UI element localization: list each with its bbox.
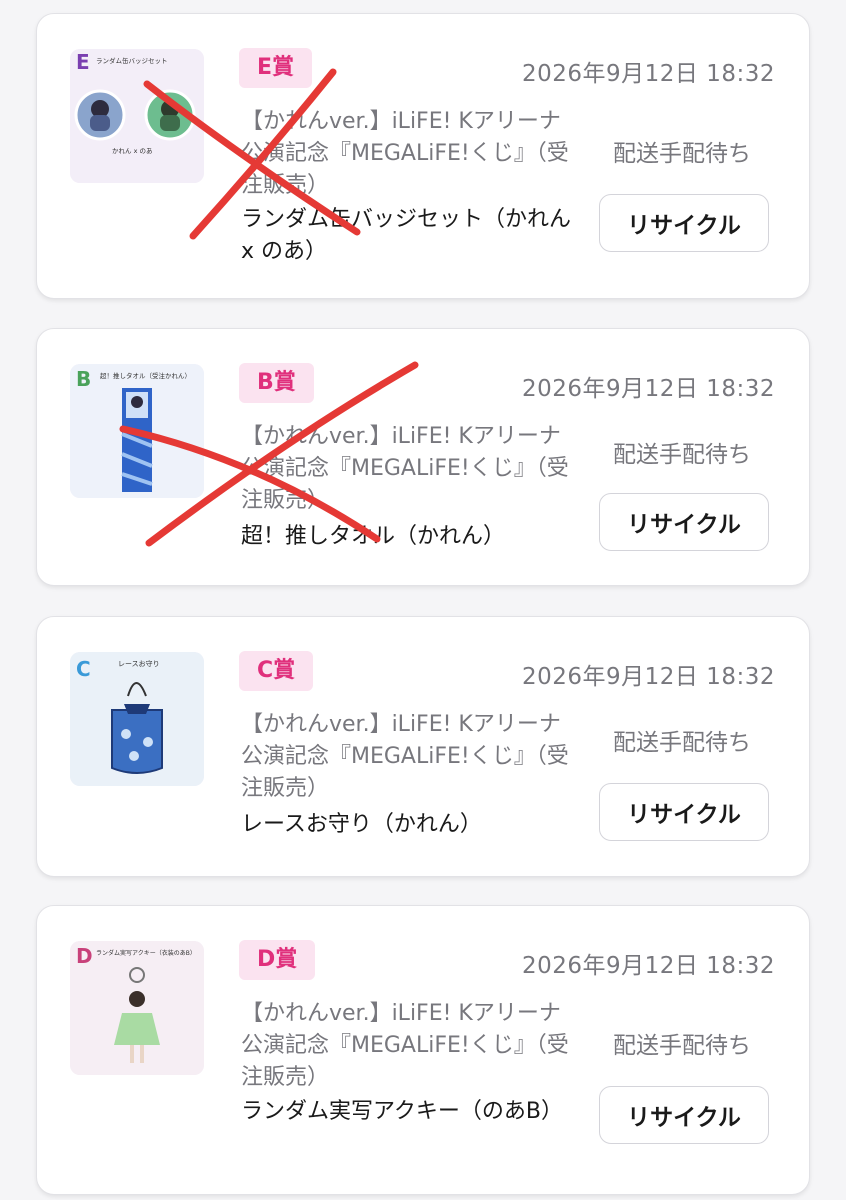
product-thumbnail[interactable]: D ランダム実写アクキー（衣装のあB） (70, 941, 204, 1075)
product-thumbnail[interactable]: C レースお守り (70, 652, 204, 786)
prize-badge: D賞 (239, 940, 316, 980)
thumb-caption: ランダム実写アクキー（衣装のあB） (96, 949, 196, 957)
towel-image: B 超！推しタオル（受注かれん） (70, 364, 204, 498)
order-date: 2026年9月12日 18:32 (521, 953, 775, 979)
product-thumbnail[interactable]: B 超！推しタオル（受注かれん） (70, 364, 204, 498)
recycle-button[interactable]: リサイクル (599, 1086, 769, 1144)
order-card: E ランダム缶バッジセット かれん x のあ E賞 2026年9月12日 18:… (36, 13, 810, 299)
thumb-prize-letter: B (76, 367, 91, 391)
acrylic-keychain-image: D ランダム実写アクキー（衣装のあB） (70, 941, 204, 1075)
product-thumbnail[interactable]: E ランダム缶バッジセット かれん x のあ (70, 49, 204, 183)
recycle-button[interactable]: リサイクル (599, 783, 769, 841)
shipping-status: 配送手配待ち (613, 730, 751, 756)
prize-badge: C賞 (239, 651, 314, 691)
recycle-button[interactable]: リサイクル (599, 194, 769, 252)
prize-badge: B賞 (239, 363, 314, 403)
shipping-status: 配送手配待ち (613, 1033, 751, 1059)
order-card: B 超！推しタオル（受注かれん） B賞 2026年9月12日 18:32 【かれ… (36, 328, 810, 586)
item-name: 超！推しタオル（かれん） (241, 524, 506, 549)
order-card: D ランダム実写アクキー（衣装のあB） D賞 2026年9月12日 18:32 … (36, 905, 810, 1195)
thumb-prize-letter: E (76, 50, 90, 74)
product-description: 【かれんver.】iLiFE! Kアリーナ公演記念『MEGALiFE!くじ』（受… (241, 712, 569, 801)
thumb-caption: ランダム缶バッジセット (96, 56, 168, 65)
omamori-image: C レースお守り (70, 652, 204, 786)
item-name: レースお守り（かれん） (241, 812, 482, 837)
order-date: 2026年9月12日 18:32 (521, 61, 775, 87)
product-description: 【かれんver.】iLiFE! Kアリーナ公演記念『MEGALiFE!くじ』（受… (241, 1001, 569, 1090)
thumb-caption: 超！推しタオル（受注かれん） (100, 371, 191, 380)
badge-set-image: E ランダム缶バッジセット かれん x のあ (70, 49, 204, 183)
prize-badge: E賞 (239, 48, 313, 88)
shipping-status: 配送手配待ち (613, 442, 751, 468)
shipping-status: 配送手配待ち (613, 141, 751, 167)
product-description: 【かれんver.】iLiFE! Kアリーナ公演記念『MEGALiFE!くじ』（受… (241, 424, 569, 513)
thumb-prize-letter: D (76, 944, 93, 968)
order-date: 2026年9月12日 18:32 (521, 376, 775, 402)
item-name: ランダム缶バッジセット（かれん x のあ） (241, 207, 572, 264)
product-description: 【かれんver.】iLiFE! Kアリーナ公演記念『MEGALiFE!くじ』（受… (241, 109, 569, 198)
item-name: ランダム実写アクキー（のあB） (241, 1099, 563, 1124)
thumb-footer: かれん x のあ (112, 147, 152, 155)
thumb-prize-letter: C (76, 657, 91, 681)
order-date: 2026年9月12日 18:32 (521, 664, 775, 690)
recycle-button[interactable]: リサイクル (599, 493, 769, 551)
order-card: C レースお守り C賞 2026年9月12日 18:32 【かれんver.】iL… (36, 616, 810, 877)
thumb-caption: レースお守り (118, 659, 160, 668)
